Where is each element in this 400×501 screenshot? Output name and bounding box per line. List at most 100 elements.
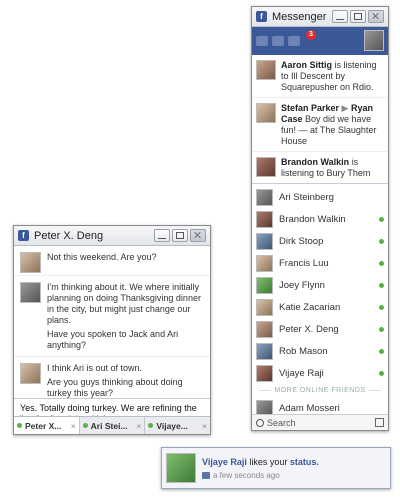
chat-tab[interactable]: Vijaye... × <box>145 417 210 434</box>
tab-close-icon[interactable]: × <box>202 421 207 431</box>
facebook-logo-icon: f <box>18 230 29 241</box>
chat-window: f Peter X. Deng Not this weekend. Are yo… <box>13 225 211 435</box>
maximize-button[interactable] <box>172 229 188 242</box>
avatar <box>256 320 273 338</box>
ticker-item[interactable]: Stefan Parker ▶ Ryan Case Boy did we hav… <box>252 98 388 152</box>
online-indicator <box>82 423 88 428</box>
contact-item[interactable]: Francis Luu <box>252 252 388 274</box>
ticker-name[interactable]: Aaron Sittig <box>281 60 332 70</box>
avatar <box>256 103 276 123</box>
notification-time-text: a few seconds ago <box>213 471 280 480</box>
messenger-titlebar: f Messenger <box>252 7 388 27</box>
contact-name: Rob Mason <box>279 345 328 357</box>
tab-close-icon[interactable]: × <box>71 421 76 431</box>
online-indicator <box>379 238 384 244</box>
message-text: Have you spoken to Jack and Ari anything… <box>47 329 179 350</box>
notification-badge: 3 <box>306 30 316 40</box>
messenger-title: Messenger <box>272 10 327 23</box>
chat-conversation: Not this weekend. Are you? I'm thinking … <box>14 246 210 398</box>
messages-icon[interactable] <box>272 36 284 46</box>
message-text: I think Ari is out of town. <box>47 363 143 373</box>
contact-name: Dirk Stoop <box>279 235 324 247</box>
online-indicator <box>17 423 22 428</box>
contact-name: Ari Steinberg <box>279 191 334 203</box>
contact-name: Vijaye Raji <box>279 367 324 379</box>
avatar <box>256 254 273 272</box>
avatar <box>256 157 276 177</box>
chat-tabs: Peter X... × Ari Stei... × Vijaye... × <box>14 416 210 434</box>
chat-tab[interactable]: Peter X... × <box>14 417 80 434</box>
avatar <box>256 276 273 294</box>
close-button[interactable] <box>190 229 206 242</box>
contact-item[interactable]: Vijaye Raji <box>252 362 388 384</box>
facebook-logo-icon: f <box>256 11 267 22</box>
more-online-divider: MORE ONLINE FRIENDS <box>252 387 388 394</box>
contact-name: Brandon Walkin <box>279 213 346 225</box>
notification-popup[interactable]: Vijaye Raji likes your status. a few sec… <box>161 447 391 489</box>
messenger-header: 3 <box>252 27 388 55</box>
avatar <box>256 188 273 206</box>
chat-message: I think Ari is out of town. Are you guys… <box>14 357 210 398</box>
search-input[interactable]: Search <box>256 418 375 428</box>
friend-requests-icon[interactable] <box>256 36 268 46</box>
notification-name[interactable]: Vijaye Raji <box>202 457 247 467</box>
contact-item[interactable]: Dirk Stoop <box>252 230 388 252</box>
message-text: I'm thinking about it. We where initiall… <box>47 282 201 325</box>
profile-avatar[interactable] <box>364 30 384 51</box>
contact-item[interactable]: Joey Flynn <box>252 274 388 296</box>
contact-name: Francis Luu <box>279 257 329 269</box>
avatar <box>256 364 273 382</box>
online-indicator <box>379 216 384 222</box>
avatar <box>20 363 41 384</box>
chat-message: Not this weekend. Are you? <box>14 246 210 276</box>
online-indicator <box>379 348 384 354</box>
contact-name: Adam Mosseri <box>279 402 340 414</box>
contact-item[interactable]: Brandon Walkin <box>252 208 388 230</box>
contact-item[interactable]: Peter X. Deng <box>252 318 388 340</box>
chat-message: I'm thinking about it. We where initiall… <box>14 276 210 357</box>
avatar <box>256 232 273 250</box>
avatar <box>256 60 276 80</box>
contact-name: Katie Zacarian <box>279 301 341 313</box>
contact-item[interactable]: Ari Steinberg <box>252 186 388 208</box>
close-button[interactable] <box>368 10 384 23</box>
ticker-item[interactable]: Aaron Sittig is listening to Ill Descent… <box>252 55 388 98</box>
avatar <box>256 298 273 316</box>
notification-text: Vijaye Raji likes your status. <box>202 457 319 467</box>
ticker: Aaron Sittig is listening to Ill Descent… <box>252 55 388 184</box>
messenger-footer: Search <box>252 414 388 430</box>
contact-item[interactable]: Katie Zacarian <box>252 296 388 318</box>
online-indicator <box>379 370 384 376</box>
notification-time: a few seconds ago <box>202 471 280 480</box>
chat-title: Peter X. Deng <box>34 229 104 242</box>
online-indicator <box>148 423 154 428</box>
contact-item[interactable]: Rob Mason <box>252 340 388 362</box>
messenger-window: f Messenger 3 Aaron Sittig is listening … <box>251 6 389 431</box>
ticker-name[interactable]: Brandon Walkin <box>281 157 349 167</box>
chat-tab[interactable]: Ari Stei... × <box>80 417 146 434</box>
tab-close-icon[interactable]: × <box>136 421 141 431</box>
search-icon <box>256 418 264 427</box>
tab-label: Ari Stei... <box>90 420 128 431</box>
notification-object[interactable]: status. <box>290 457 319 467</box>
ticker-item[interactable]: Brandon Walkin is listening to Bury Them <box>252 152 388 183</box>
avatar <box>166 453 196 483</box>
maximize-button[interactable] <box>350 10 366 23</box>
ticker-name[interactable]: Stefan Parker <box>281 103 339 113</box>
avatar <box>20 252 41 273</box>
avatar <box>256 342 273 360</box>
contact-name: Peter X. Deng <box>279 323 339 335</box>
notification-middle: likes your <box>249 457 288 467</box>
options-icon[interactable] <box>375 418 384 427</box>
chat-titlebar: f Peter X. Deng <box>14 226 210 246</box>
message-text: Not this weekend. Are you? <box>47 252 157 262</box>
tab-label: Vijaye... <box>156 420 188 431</box>
minimize-button[interactable] <box>332 10 348 23</box>
minimize-button[interactable] <box>154 229 170 242</box>
arrow-icon: ▶ <box>341 103 349 113</box>
notifications-icon[interactable] <box>288 36 300 46</box>
message-text: Are you guys thinking about doing turkey… <box>47 377 183 398</box>
online-indicator <box>379 282 384 288</box>
online-indicator <box>379 260 384 266</box>
online-indicator <box>379 304 384 310</box>
